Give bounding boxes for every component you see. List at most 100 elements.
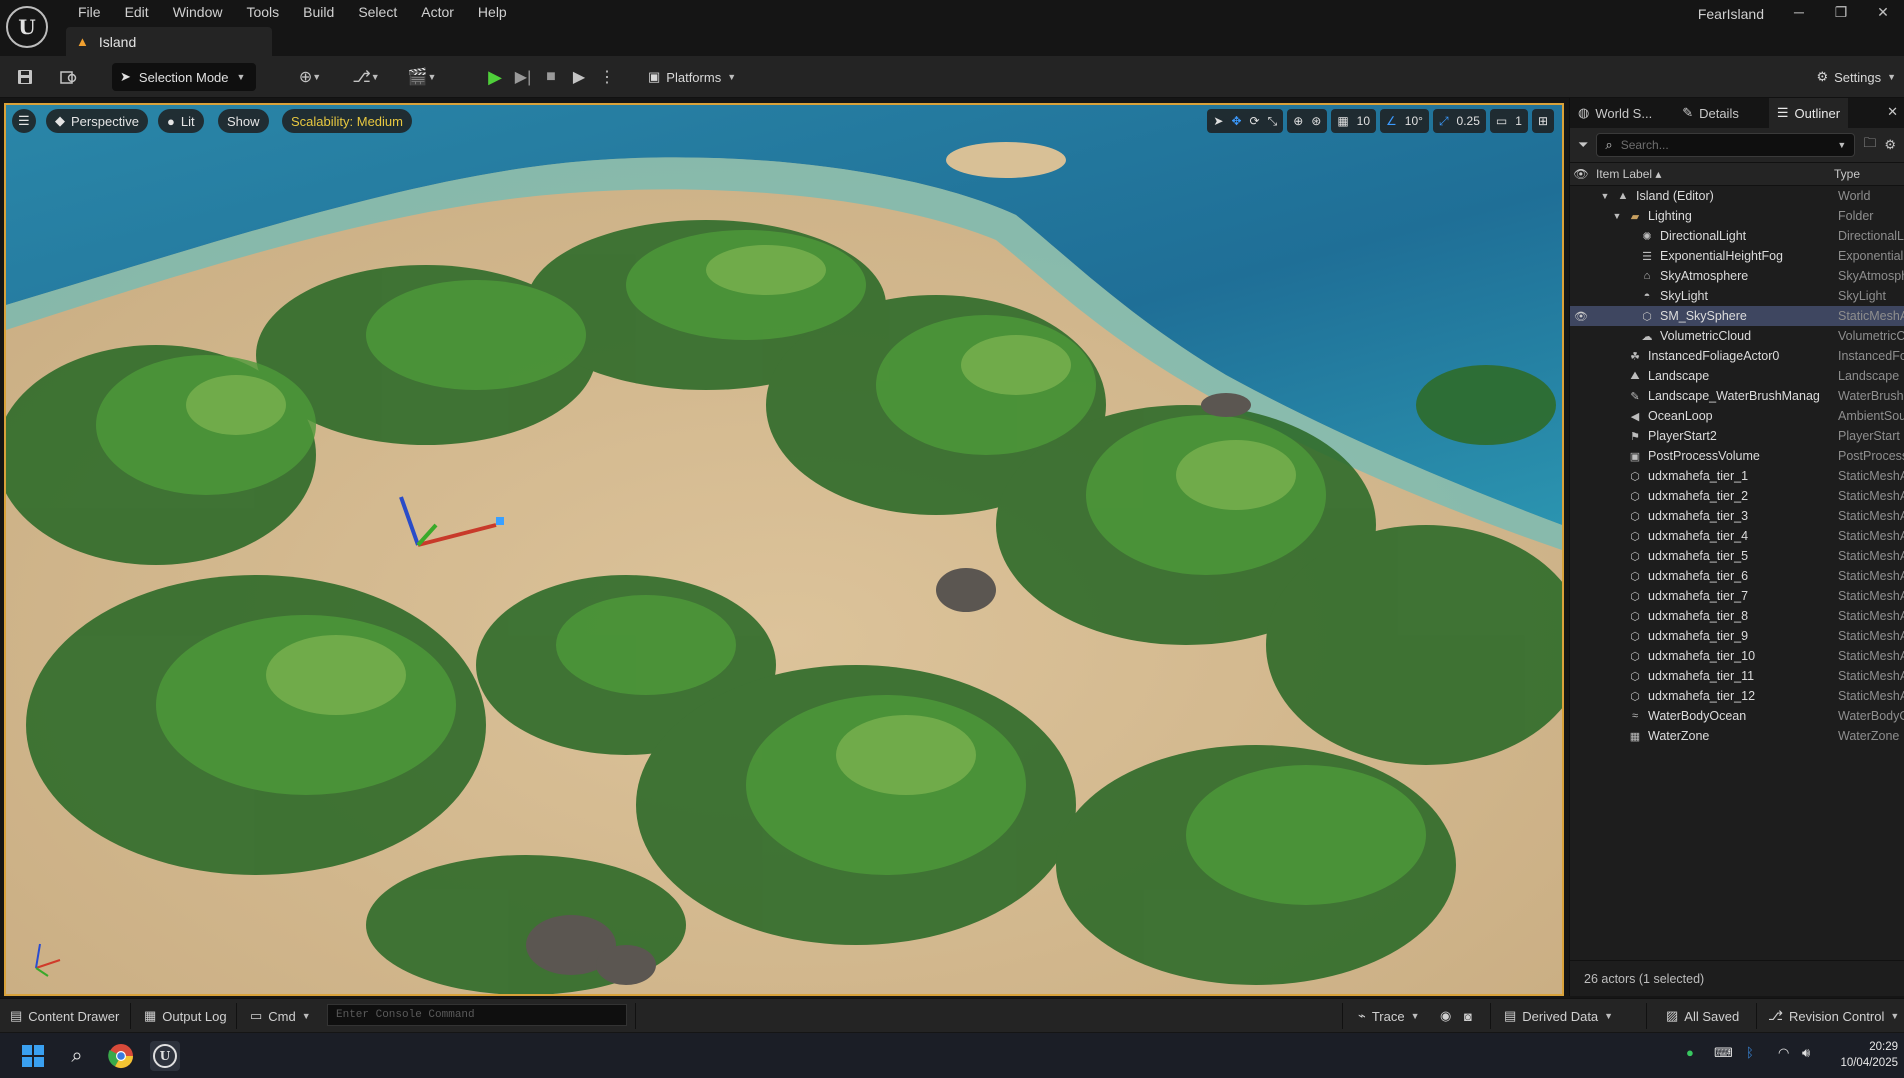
translate-mode-icon[interactable]: ✥: [1231, 114, 1241, 128]
close-icon[interactable]: ✕: [1862, 0, 1904, 24]
console-input[interactable]: [336, 1009, 626, 1021]
outliner-row[interactable]: ⬡ udxmahefa_tier_1 StaticMeshA: [1570, 466, 1904, 486]
save-icon[interactable]: [12, 64, 38, 90]
add-folder-icon[interactable]: 🗀: [1863, 134, 1876, 156]
world-space-icon[interactable]: ⊕: [1293, 114, 1303, 128]
revision-control-button[interactable]: ⎇ Revision Control ▼: [1768, 1006, 1899, 1026]
browse-level-icon[interactable]: [56, 64, 82, 90]
console-command-field[interactable]: [327, 1004, 627, 1026]
trace-button[interactable]: ⌁ Trace ▼: [1358, 1006, 1420, 1026]
tab-world-settings[interactable]: ◍ World S...: [1570, 98, 1660, 128]
level-tab[interactable]: ▲ Island: [66, 27, 272, 56]
visibility-eye-icon[interactable]: 👁: [1570, 310, 1592, 323]
filter-icon[interactable]: ⏷: [1578, 137, 1588, 153]
outliner-row[interactable]: ⚑ PlayerStart2 PlayerStart: [1570, 426, 1904, 446]
wifi-icon[interactable]: ◠: [1778, 1045, 1789, 1061]
cinematics-icon[interactable]: 🎬 ▼: [402, 64, 442, 90]
outliner-row[interactable]: ⌂ SkyAtmosphere SkyAtmosph: [1570, 266, 1904, 286]
restore-icon[interactable]: ❐: [1820, 0, 1862, 24]
system-clock[interactable]: 20:29 10/04/2025: [1840, 1039, 1898, 1071]
volume-icon[interactable]: 🔊︎: [1802, 1045, 1810, 1061]
menu-tools[interactable]: Tools: [234, 3, 291, 23]
scalability-button[interactable]: Scalability: Medium: [282, 109, 412, 133]
outliner-row[interactable]: ▼ ▲ Island (Editor) World: [1570, 186, 1904, 206]
outliner-row[interactable]: ☰ ExponentialHeightFog ExponentialH: [1570, 246, 1904, 266]
viewport-menu-button[interactable]: ☰: [12, 109, 36, 133]
outliner-row[interactable]: ☁ VolumetricCloud VolumetricC: [1570, 326, 1904, 346]
all-saved-button[interactable]: ▨ All Saved: [1666, 1006, 1739, 1026]
outliner-row[interactable]: ⬡ udxmahefa_tier_9 StaticMeshA: [1570, 626, 1904, 646]
tab-outliner[interactable]: ☰ Outliner: [1768, 98, 1849, 128]
outliner-row[interactable]: ⬡ udxmahefa_tier_3 StaticMeshA: [1570, 506, 1904, 526]
menu-window[interactable]: Window: [161, 3, 235, 23]
lit-button[interactable]: ● Lit: [158, 109, 204, 133]
type-column[interactable]: Type: [1828, 167, 1904, 181]
menu-select[interactable]: Select: [346, 3, 409, 23]
search-icon[interactable]: ⌕: [62, 1041, 92, 1071]
menu-file[interactable]: File: [66, 3, 113, 23]
add-actor-icon[interactable]: ⊕ ▼: [290, 64, 330, 90]
cmd-dropdown[interactable]: ▭ Cmd ▼: [250, 1006, 311, 1026]
outliner-row[interactable]: ⛰ Landscape Landscape: [1570, 366, 1904, 386]
unreal-logo-icon[interactable]: U: [6, 6, 48, 48]
maximize-viewport-button[interactable]: ⊞: [1531, 109, 1554, 133]
outliner-row[interactable]: ◓ SkyLight SkyLight: [1570, 286, 1904, 306]
outliner-row[interactable]: ◀ OceanLoop AmbientSoun: [1570, 406, 1904, 426]
unreal-editor-taskbar-icon[interactable]: U: [150, 1041, 180, 1071]
eject-icon[interactable]: ▶: [566, 64, 592, 90]
outliner-row[interactable]: ⬡ udxmahefa_tier_7 StaticMeshA: [1570, 586, 1904, 606]
outliner-row[interactable]: ✎ Landscape_WaterBrushManag WaterBrushI: [1570, 386, 1904, 406]
scale-snap-group[interactable]: ⤢ 0.25: [1432, 109, 1486, 133]
outliner-row[interactable]: ⬡ udxmahefa_tier_10 StaticMeshA: [1570, 646, 1904, 666]
play-icon[interactable]: ▶: [482, 64, 508, 90]
show-button[interactable]: Show: [218, 109, 269, 133]
level-viewport[interactable]: ☰ ◆ Perspective ● Lit Show Scalability: …: [4, 103, 1564, 996]
expand-arrow-icon[interactable]: ▼: [1600, 191, 1610, 201]
surface-snap-icon[interactable]: ⊛: [1311, 114, 1321, 128]
gear-icon[interactable]: ⚙: [1884, 137, 1896, 153]
scale-mode-icon[interactable]: ⤡: [1268, 114, 1278, 129]
menu-edit[interactable]: Edit: [113, 3, 161, 23]
blueprint-icon[interactable]: ⎇ ▼: [346, 64, 386, 90]
grid-snap-group[interactable]: ▦ 10: [1331, 109, 1377, 133]
rotation-snap-group[interactable]: ∠ 10°: [1380, 109, 1429, 133]
derived-data-button[interactable]: ▤ Derived Data ▼: [1504, 1006, 1613, 1026]
menu-actor[interactable]: Actor: [409, 3, 466, 23]
minimize-icon[interactable]: ─: [1778, 0, 1820, 24]
tab-details[interactable]: ✎ Details: [1674, 98, 1747, 128]
close-icon[interactable]: ✕: [1887, 104, 1898, 120]
expand-arrow-icon[interactable]: ▼: [1612, 211, 1622, 221]
outliner-row[interactable]: ⬡ udxmahefa_tier_12 StaticMeshA: [1570, 686, 1904, 706]
chrome-icon[interactable]: [106, 1041, 136, 1071]
bluetooth-icon[interactable]: ᛒ: [1746, 1045, 1754, 1060]
menu-help[interactable]: Help: [466, 3, 519, 23]
outliner-row[interactable]: ⬡ udxmahefa_tier_8 StaticMeshA: [1570, 606, 1904, 626]
outliner-search[interactable]: ⌕ ▼: [1596, 133, 1856, 157]
outliner-row[interactable]: ⬡ udxmahefa_tier_2 StaticMeshA: [1570, 486, 1904, 506]
selection-mode-dropdown[interactable]: ➤ Selection Mode ▼: [112, 63, 256, 91]
outliner-row[interactable]: ☘ InstancedFoliageActor0 InstancedFo: [1570, 346, 1904, 366]
select-mode-icon[interactable]: ➤: [1213, 114, 1223, 128]
tray-keyboard-icon[interactable]: ⌨: [1714, 1045, 1733, 1061]
content-drawer-button[interactable]: ▤ Content Drawer: [10, 1006, 119, 1026]
outliner-row[interactable]: ⬡ udxmahefa_tier_6 StaticMeshA: [1570, 566, 1904, 586]
stop-icon[interactable]: ■: [538, 64, 564, 90]
tray-app-icon[interactable]: ●: [1686, 1045, 1694, 1060]
outliner-row[interactable]: ⬡ udxmahefa_tier_4 StaticMeshA: [1570, 526, 1904, 546]
menu-build[interactable]: Build: [291, 3, 346, 23]
outliner-row[interactable]: ⬡ udxmahefa_tier_11 StaticMeshA: [1570, 666, 1904, 686]
more-options-icon[interactable]: ⋮: [594, 64, 620, 90]
outliner-row[interactable]: ▣ PostProcessVolume PostProcess: [1570, 446, 1904, 466]
screenshot-button[interactable]: ◙: [1464, 1006, 1472, 1026]
search-input[interactable]: [1620, 138, 1830, 152]
step-icon[interactable]: ▶|: [510, 64, 536, 90]
rotate-mode-icon[interactable]: ⟳: [1250, 114, 1260, 128]
outliner-row[interactable]: ▦ WaterZone WaterZone: [1570, 726, 1904, 746]
camera-speed-group[interactable]: ▭ 1: [1489, 109, 1528, 133]
visibility-column-icon[interactable]: 👁: [1570, 167, 1592, 181]
perspective-button[interactable]: ◆ Perspective: [46, 109, 148, 133]
platforms-button[interactable]: ▣ Platforms ▼: [648, 64, 736, 90]
record-button[interactable]: ◉: [1440, 1006, 1451, 1026]
outliner-row[interactable]: ⬡ udxmahefa_tier_5 StaticMeshA: [1570, 546, 1904, 566]
outliner-row[interactable]: ✺ DirectionalLight DirectionalLi: [1570, 226, 1904, 246]
